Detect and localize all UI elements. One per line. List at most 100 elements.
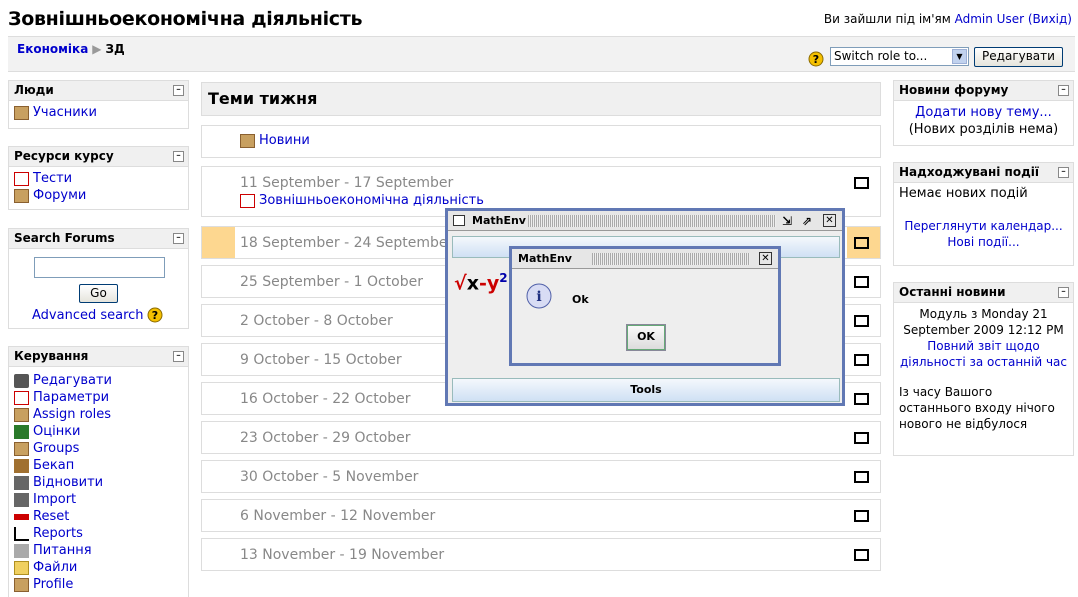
upcoming-events-title: Надходжувані події (899, 165, 1039, 179)
admin-edit-link[interactable]: Редагувати (14, 372, 183, 389)
highlight-week-icon[interactable] (854, 177, 869, 189)
highlight-week-icon[interactable] (854, 315, 869, 327)
admin-grades-link[interactable]: Оцінки (14, 423, 183, 440)
highlight-week-icon[interactable] (854, 393, 869, 405)
admin-assign-roles-link[interactable]: Assign roles (14, 406, 183, 423)
forum-icon (14, 188, 29, 203)
highlight-week-icon[interactable] (854, 276, 869, 288)
reset-icon (14, 513, 29, 520)
new-event-link[interactable]: Нові події... (947, 235, 1019, 249)
admin-item-label: Import (33, 492, 77, 507)
admin-profile-link[interactable]: Profile (14, 576, 183, 593)
ok-dialog: MathEnv ✕ i Ok OK (509, 246, 781, 366)
highlight-week-icon[interactable] (854, 471, 869, 483)
participants-link[interactable]: Учасники (14, 104, 183, 121)
admin-settings-link[interactable]: Параметри (14, 389, 183, 406)
admin-reset-link[interactable]: Reset (14, 508, 183, 525)
highlight-week-icon[interactable] (854, 354, 869, 366)
admin-import-link[interactable]: Import (14, 491, 183, 508)
highlight-week-icon[interactable] (854, 237, 869, 249)
profile-icon (14, 577, 29, 592)
minimize-icon[interactable]: ⇲ (782, 214, 792, 228)
go-button[interactable]: Go (79, 284, 118, 303)
admin-item-label: Файли (33, 560, 78, 575)
people-title: Люди (14, 83, 54, 97)
admin-backup-link[interactable]: Бекап (14, 457, 183, 474)
admin-groups-link[interactable]: Groups (14, 440, 183, 457)
add-topic-link[interactable]: Додати нову тему... (915, 105, 1052, 120)
people-icon (14, 105, 29, 120)
logout-link[interactable]: (Вихід) (1028, 12, 1072, 26)
admin-files-link[interactable]: Файли (14, 559, 183, 576)
search-forums-block: Search Forums – Go Advanced search ? (8, 228, 189, 329)
dialog-titlebar[interactable]: MathEnv ✕ (512, 249, 778, 269)
collapse-icon[interactable]: – (1058, 167, 1069, 178)
week-dates: 16 October - 22 October (240, 391, 411, 407)
collapse-icon[interactable]: – (1058, 85, 1069, 96)
forum-icon (240, 133, 255, 148)
mathenv-titlebar[interactable]: MathEnv ⇲ ⇗ ✕ (448, 211, 842, 231)
resources-title: Ресурси курсу (14, 149, 114, 163)
admin-item-label: Відновити (33, 475, 104, 490)
highlight-week-icon[interactable] (854, 510, 869, 522)
news-section: Новини (201, 125, 881, 158)
restore-icon (14, 475, 29, 490)
groups-icon (14, 441, 29, 456)
user-link[interactable]: Admin User (955, 12, 1024, 26)
week-dates: 9 October - 15 October (240, 352, 402, 368)
admin-item-label: Питання (33, 543, 92, 558)
highlight-week-icon[interactable] (854, 432, 869, 444)
collapse-icon[interactable]: – (173, 233, 184, 244)
admin-item-label: Reports (33, 526, 83, 541)
maximize-icon[interactable]: ⇗ (802, 214, 812, 228)
folder-icon (14, 560, 29, 575)
no-events-text: Немає нових подій (899, 186, 1028, 201)
admin-item-label: Reset (33, 509, 70, 524)
svg-text:i: i (536, 289, 541, 305)
close-icon[interactable]: ✕ (823, 214, 836, 227)
ok-button[interactable]: OK (626, 324, 666, 351)
roles-icon (14, 407, 29, 422)
tools-button[interactable]: Tools (452, 378, 840, 402)
admin-restore-link[interactable]: Відновити (14, 474, 183, 491)
latest-news-title: Останні новини (899, 285, 1006, 299)
quiz-activity-link[interactable]: Зовнішньоекономічна діяльність (259, 193, 484, 208)
forums-link[interactable]: Форуми (14, 187, 183, 204)
full-report-link[interactable]: Повний звіт щодо діяльності за останній … (900, 339, 1067, 369)
admin-reports-link[interactable]: Reports (14, 525, 183, 542)
svg-text:?: ? (813, 53, 819, 66)
forums-label: Форуми (33, 188, 87, 203)
breadcrumb-current: ЗД (105, 42, 125, 56)
help-icon[interactable]: ? (147, 307, 163, 323)
switch-role-select[interactable]: Switch role to... ▼ (830, 47, 969, 66)
latest-news-block: Останні новини – Модуль з Monday 21 Septe… (893, 282, 1074, 456)
week-dates: 11 September - 17 September (240, 175, 454, 191)
tests-link[interactable]: Тести (14, 170, 183, 187)
collapse-icon[interactable]: – (173, 351, 184, 362)
edit-button[interactable]: Редагувати (974, 47, 1063, 67)
admin-item-label: Параметри (33, 390, 110, 405)
calendar-link[interactable]: Переглянути календар... (904, 219, 1062, 233)
admin-item-label: Assign roles (33, 407, 112, 422)
questions-icon (14, 543, 29, 558)
help-icon[interactable]: ? (808, 51, 824, 67)
upcoming-events-block: Надходжувані події – Немає нових подій Пе… (893, 162, 1074, 266)
advanced-search-link[interactable]: Advanced search (32, 308, 144, 323)
collapse-icon[interactable]: – (1058, 287, 1069, 298)
admin-questions-link[interactable]: Питання (14, 542, 183, 559)
close-icon[interactable]: ✕ (759, 252, 772, 265)
collapse-icon[interactable]: – (173, 151, 184, 162)
highlight-week-icon[interactable] (854, 549, 869, 561)
admin-item-label: Profile (33, 577, 74, 592)
search-input[interactable] (34, 257, 165, 278)
backup-icon (14, 458, 29, 473)
formula-display: √x-y2 (454, 271, 508, 295)
week-section: 23 October - 29 October (201, 421, 881, 454)
dialog-title: MathEnv (518, 252, 572, 265)
collapse-icon[interactable]: – (173, 85, 184, 96)
news-forum-link[interactable]: Новини (259, 133, 310, 148)
login-prefix: Ви зайшли під ім'ям (823, 12, 951, 26)
people-block: Люди – Учасники (8, 80, 189, 129)
breadcrumb-root[interactable]: Економіка (17, 42, 88, 56)
week-section: 30 October - 5 November (201, 460, 881, 493)
